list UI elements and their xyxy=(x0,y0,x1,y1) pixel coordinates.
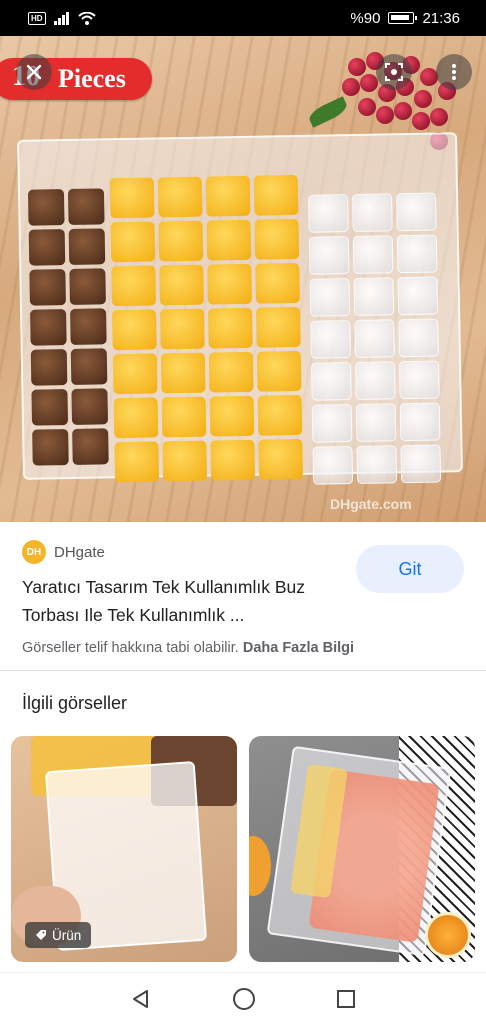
divider xyxy=(0,670,486,671)
battery-icon xyxy=(388,12,418,24)
related-image-1[interactable]: Ürün xyxy=(11,736,237,962)
status-bar: HD %90 21:36 xyxy=(0,0,486,36)
more-vert-icon xyxy=(452,64,456,80)
ice-bag xyxy=(17,132,463,485)
source-name: DHgate xyxy=(54,543,105,561)
copyright-notice: Görseller telif hakkına tabi olabilir. D… xyxy=(22,640,354,656)
tag-icon xyxy=(36,930,46,940)
image-watermark: DHgate.com xyxy=(330,496,412,512)
close-button[interactable] xyxy=(16,54,52,90)
product-tag: Ürün xyxy=(25,922,92,948)
wifi-icon xyxy=(77,11,96,25)
more-info-link[interactable]: Daha Fazla Bilgi xyxy=(243,640,354,656)
system-navigation-bar xyxy=(0,972,486,1024)
back-icon[interactable] xyxy=(130,988,152,1010)
result-title[interactable]: Yaratıcı Tasarım Tek Kullanımlık Buz Tor… xyxy=(22,573,342,629)
product-tag-label: Ürün xyxy=(52,927,82,943)
visit-button[interactable]: Git xyxy=(356,545,464,593)
dhgate-logo: DH xyxy=(22,540,46,564)
related-image-2[interactable] xyxy=(249,736,475,962)
recents-icon[interactable] xyxy=(336,989,356,1009)
related-images-heading: İlgili görseller xyxy=(22,693,128,713)
more-options-button[interactable] xyxy=(436,54,472,90)
source-row[interactable]: DH DHgate xyxy=(22,540,105,564)
close-icon xyxy=(26,64,42,80)
hd-icon: HD xyxy=(28,11,46,25)
lens-button[interactable] xyxy=(376,54,412,90)
copyright-text: Görseller telif hakkına tabi olabilir. xyxy=(22,640,239,656)
clock: 21:36 xyxy=(422,9,460,27)
home-icon[interactable] xyxy=(232,987,256,1011)
lens-icon xyxy=(385,63,403,81)
signal-icon xyxy=(53,11,69,25)
main-image[interactable]: 10 Pieces DHgate.com xyxy=(0,36,486,522)
badge-text: Pieces xyxy=(58,64,126,93)
battery-percent: %90 xyxy=(350,9,381,27)
